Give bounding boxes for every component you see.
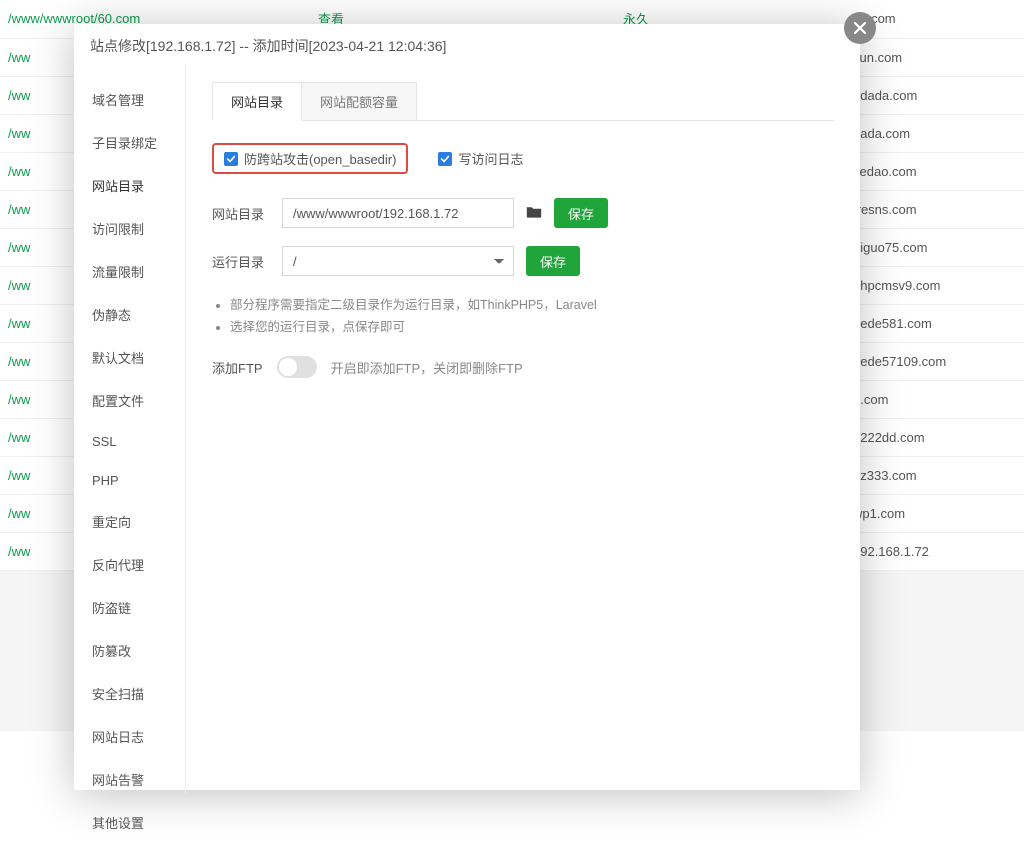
run-dir-select[interactable]: / xyxy=(282,246,514,276)
cell-domain[interactable]: fresns.com xyxy=(845,190,1024,228)
cell-domain[interactable]: dede57109.com xyxy=(845,342,1024,380)
sidebar-item[interactable]: PHP xyxy=(74,461,185,500)
cell-domain[interactable]: phpcmsv9.com xyxy=(845,266,1024,304)
close-icon[interactable] xyxy=(844,12,876,44)
label-site-dir: 网站目录 xyxy=(212,204,270,223)
ftp-desc: 开启即添加FTP，关闭即删除FTP xyxy=(331,358,523,377)
cell-domain[interactable]: dada.com xyxy=(845,114,1024,152)
hints-list: 部分程序需要指定二级目录作为运行目录，如ThinkPHP5，Laravel选择您… xyxy=(212,294,834,338)
cell-domain[interactable]: dede581.com xyxy=(845,304,1024,342)
sidebar-item[interactable]: 域名管理 xyxy=(74,78,185,121)
sidebar-item[interactable]: 其他设置 xyxy=(74,801,185,844)
cell-domain[interactable]: xun.com xyxy=(845,38,1024,76)
save-run-dir-button[interactable]: 保存 xyxy=(526,246,580,276)
sidebar-item[interactable]: 网站日志 xyxy=(74,715,185,758)
sidebar-item[interactable]: 流量限制 xyxy=(74,250,185,293)
cell-domain[interactable]: d222dd.com xyxy=(845,418,1024,456)
sidebar-item[interactable]: 默认文档 xyxy=(74,336,185,379)
sidebar-item[interactable]: 访问限制 xyxy=(74,207,185,250)
sidebar-item[interactable]: 伪静态 xyxy=(74,293,185,336)
sidebar-item[interactable]: 反向代理 xyxy=(74,543,185,586)
sidebar-item[interactable]: 防盗链 xyxy=(74,586,185,629)
cell-domain[interactable]: kedao.com xyxy=(845,152,1024,190)
cell-domain[interactable]: 192.168.1.72 xyxy=(845,532,1024,570)
sidebar-item[interactable]: 配置文件 xyxy=(74,379,185,422)
label-run-dir: 运行目录 xyxy=(212,252,270,271)
hint-item: 选择您的运行目录，点保存即可 xyxy=(230,316,834,338)
cell-domain[interactable]: wp1.com xyxy=(845,494,1024,532)
hint-item: 部分程序需要指定二级目录作为运行目录，如ThinkPHP5，Laravel xyxy=(230,294,834,316)
cell-domain[interactable]: dz333.com xyxy=(845,456,1024,494)
sidebar-item[interactable]: 防篡改 xyxy=(74,629,185,672)
site-dir-input[interactable] xyxy=(282,198,514,228)
folder-icon[interactable] xyxy=(526,205,542,222)
save-site-dir-button[interactable]: 保存 xyxy=(554,198,608,228)
sidebar-item[interactable]: 网站目录 xyxy=(74,164,185,207)
tab[interactable]: 网站目录 xyxy=(212,82,302,121)
sidebar-item[interactable]: 重定向 xyxy=(74,500,185,543)
cell-domain[interactable]: adada.com xyxy=(845,76,1024,114)
tab[interactable]: 网站配额容量 xyxy=(302,82,417,121)
cell-domain[interactable]: 6.com xyxy=(845,380,1024,418)
sidebar-item[interactable]: 安全扫描 xyxy=(74,672,185,715)
sidebar-item[interactable]: 网站告警 xyxy=(74,758,185,801)
modal-sidebar: 域名管理子目录绑定网站目录访问限制流量限制伪静态默认文档配置文件SSLPHP重定… xyxy=(74,66,186,794)
ftp-switch[interactable] xyxy=(277,356,317,378)
label-add-ftp: 添加FTP xyxy=(212,358,263,377)
content-tabs: 网站目录网站配额容量 xyxy=(212,82,834,121)
sidebar-item[interactable]: SSL xyxy=(74,422,185,461)
checkbox-open-basedir-label: 防跨站攻击(open_basedir) xyxy=(244,149,396,168)
site-edit-modal: 站点修改[192.168.1.72] -- 添加时间[2023-04-21 12… xyxy=(74,24,860,790)
cell-domain[interactable]: diguo75.com xyxy=(845,228,1024,266)
checkbox-open-basedir[interactable]: 防跨站攻击(open_basedir) xyxy=(212,143,408,174)
checkbox-write-log-label: 写访问日志 xyxy=(458,149,523,168)
sidebar-item[interactable]: 子目录绑定 xyxy=(74,121,185,164)
checkbox-write-log[interactable]: 写访问日志 xyxy=(432,146,529,171)
modal-title: 站点修改[192.168.1.72] -- 添加时间[2023-04-21 12… xyxy=(74,24,860,66)
